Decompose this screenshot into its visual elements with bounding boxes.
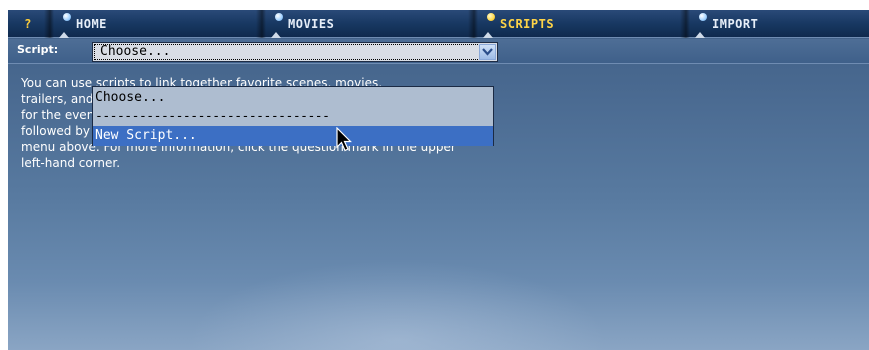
tab-tick-icon xyxy=(483,32,493,38)
yellow-dot-icon xyxy=(487,13,495,21)
script-label: Script: xyxy=(17,43,59,56)
dropdown-option-separator: -------------------------------- xyxy=(95,109,330,124)
help-label: ? xyxy=(24,17,32,31)
tab-movies-label: MOVIES xyxy=(288,17,335,31)
tab-bar: ? HOME MOVIES SCRIPTS IMPORT xyxy=(8,10,869,38)
tab-tick-icon xyxy=(271,32,281,38)
tab-scripts[interactable]: SCRIPTS xyxy=(468,10,684,38)
tab-home[interactable]: HOME xyxy=(44,10,260,38)
script-bar: Script: Choose... xyxy=(8,39,869,64)
dropdown-option-choose[interactable]: Choose... xyxy=(93,88,493,108)
tab-movies[interactable]: MOVIES xyxy=(256,10,472,38)
tab-separator xyxy=(256,10,266,38)
tab-separator xyxy=(468,10,478,38)
tab-separator xyxy=(44,10,54,38)
mouse-pointer-icon xyxy=(336,126,354,156)
app-window: ? HOME MOVIES SCRIPTS IMPORT Script: Cho… xyxy=(8,10,869,350)
blue-dot-icon xyxy=(63,13,71,21)
blue-dot-icon xyxy=(699,13,707,21)
tab-import[interactable]: IMPORT xyxy=(680,10,869,38)
tab-tick-icon xyxy=(695,32,705,38)
tab-import-label: IMPORT xyxy=(712,17,759,31)
blue-dot-icon xyxy=(275,13,283,21)
tab-tick-icon xyxy=(59,32,69,38)
chevron-down-icon[interactable] xyxy=(479,44,496,60)
dropdown-option-new-script[interactable]: New Script... xyxy=(93,126,493,146)
script-select[interactable]: Choose... xyxy=(92,42,498,62)
tab-home-label: HOME xyxy=(76,17,107,31)
tab-scripts-label: SCRIPTS xyxy=(500,17,555,31)
script-dropdown-list: Choose... ------------------------------… xyxy=(92,86,494,146)
script-select-value: Choose... xyxy=(100,44,171,59)
tab-separator xyxy=(680,10,690,38)
tab-help[interactable]: ? xyxy=(8,10,48,38)
